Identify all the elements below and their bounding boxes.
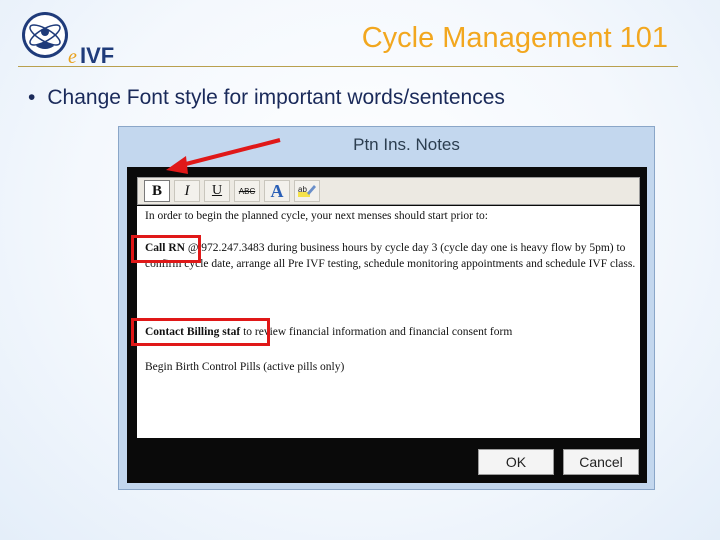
ptn-ins-notes-dialog: Ptn Ins. Notes B I U ABC A ab In order t… <box>118 126 655 490</box>
notes-line-intro: In order to begin the planned cycle, you… <box>145 210 488 222</box>
bullet-marker: • <box>28 86 36 109</box>
contact-billing-highlight-box <box>131 318 270 346</box>
italic-button[interactable]: I <box>174 180 200 202</box>
dialog-content-frame: B I U ABC A ab In order to begin the pla… <box>127 167 647 483</box>
title-divider <box>18 66 678 67</box>
bullet-item: • Change Font style for important words/s… <box>28 86 505 110</box>
dialog-title: Ptn Ins. Notes <box>353 135 460 154</box>
eivf-logo: e IVF <box>18 8 148 70</box>
call-rn-highlight-box <box>131 235 201 263</box>
formatting-toolbar: B I U ABC A ab <box>137 177 640 205</box>
notes-paragraph-call: Call RN @ 972.247.3483 during business h… <box>145 240 640 272</box>
strikethrough-button[interactable]: ABC <box>234 180 260 202</box>
bold-button[interactable]: B <box>144 180 170 202</box>
dialog-button-row: OK Cancel <box>127 449 647 477</box>
notes-editor[interactable]: In order to begin the planned cycle, you… <box>131 206 640 438</box>
svg-text:e: e <box>68 46 77 68</box>
contact-billing-detail-text: to review financial information and fina… <box>240 326 513 338</box>
bullet-text: Change Font style for important words/se… <box>47 86 505 109</box>
svg-text:IVF: IVF <box>80 43 114 68</box>
underline-button[interactable]: U <box>204 180 230 202</box>
notes-line-birth-control: Begin Birth Control Pills (active pills … <box>145 361 345 373</box>
font-color-button[interactable]: A <box>264 180 290 202</box>
slide-title: Cycle Management 101 <box>361 22 668 54</box>
svg-text:ab: ab <box>298 185 307 194</box>
ok-button[interactable]: OK <box>478 449 554 475</box>
cancel-button[interactable]: Cancel <box>563 449 639 475</box>
call-rn-detail-text: @ 972.247.3483 during business hours by … <box>145 242 636 270</box>
highlighter-icon: ab <box>298 185 316 197</box>
highlight-button[interactable]: ab <box>294 180 320 202</box>
